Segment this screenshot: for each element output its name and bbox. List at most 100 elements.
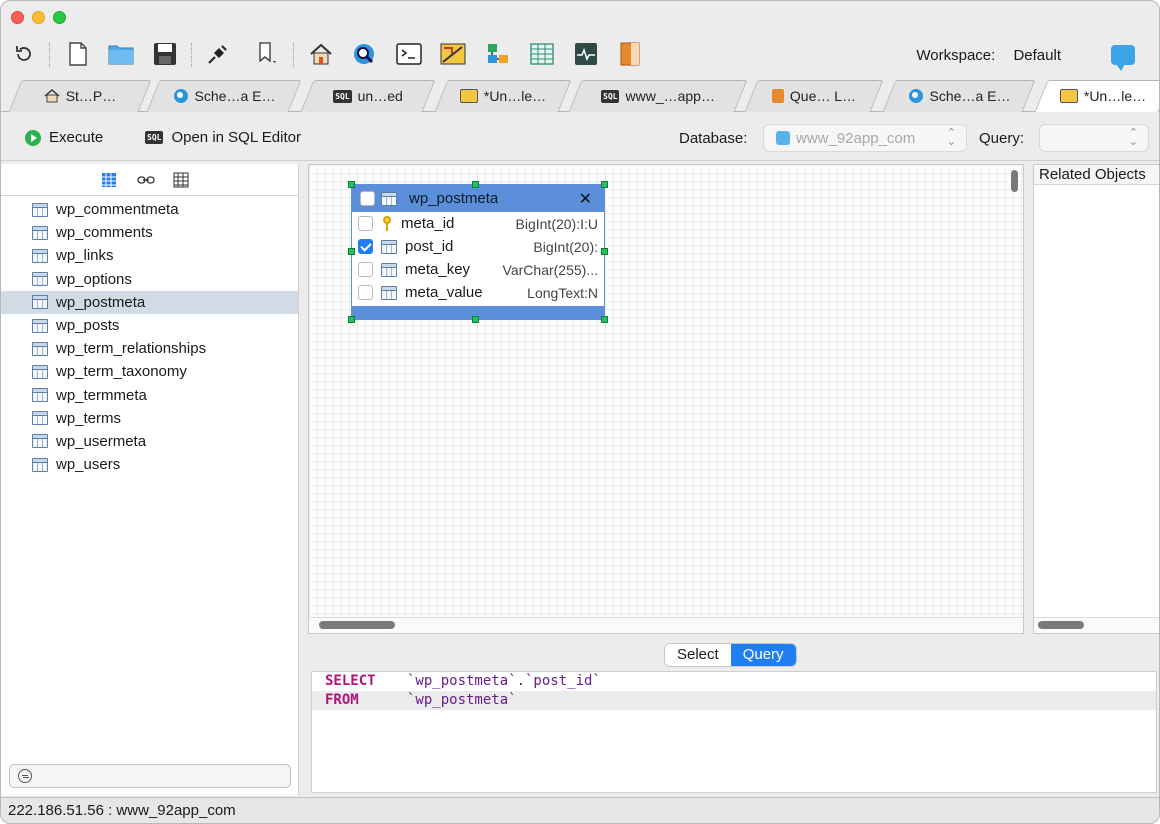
zoom-window-button[interactable] [53,11,66,24]
tab-label: St…P… [65,88,117,104]
sql-identifier: `wp_postmeta` [407,692,517,708]
tab-label: *Un…le… [1083,88,1147,104]
tab-untitled-query-1[interactable]: *Un…le… [434,80,572,112]
database-label: Database: [679,130,748,147]
sidebar-view-switcher [1,164,298,196]
table-data-icon[interactable] [529,41,555,67]
table-list-item[interactable]: wp_postmeta [1,290,298,314]
entity-wp-postmeta[interactable]: wp_postmeta ✕ meta_id BigInt(20):I:U post_… [348,181,608,323]
resize-handle[interactable] [348,248,355,255]
book-icon[interactable] [617,41,643,67]
table-list-item[interactable]: wp_users [1,453,298,476]
entity-column-row[interactable]: post_id BigInt(20): [352,235,604,258]
tables-view-icon[interactable] [101,172,117,188]
resize-handle[interactable] [472,181,479,188]
tab-schema-explorer-1[interactable]: Sche…a E… [146,80,302,112]
table-icon [32,388,48,403]
column-checkbox[interactable] [358,239,373,254]
home-icon[interactable] [308,41,334,67]
column-checkbox[interactable] [358,216,373,231]
sql-icon: SQL [601,89,620,103]
table-name: wp_usermeta [56,432,147,450]
activity-monitor-icon[interactable] [573,41,599,67]
table-list-item[interactable]: wp_terms [1,407,298,430]
resize-handle[interactable] [348,316,355,323]
resize-handle[interactable] [601,248,608,255]
close-window-button[interactable] [11,11,24,24]
connect-plug-icon[interactable] [205,41,231,67]
diagram-icon[interactable] [485,41,511,67]
chat-bubble-icon[interactable] [1111,45,1135,71]
entity-column-row[interactable]: meta_id BigInt(20):I:U [352,212,604,235]
tab-label: Que… L… [789,88,857,104]
relations-view-icon[interactable] [136,172,155,188]
sql-preview-editor[interactable]: SELECT `wp_postmeta`.`post_id` FROM `wp_po… [311,671,1157,793]
tab-query-log[interactable]: Que… L… [744,80,884,112]
tab-schema-explorer-2[interactable]: Sche…a E… [882,80,1036,112]
database-icon [776,131,790,145]
tab-start-page[interactable]: St…P… [8,80,152,112]
tab-www-92app-sql[interactable]: SQL www_…app… [568,80,748,112]
query-select[interactable]: ⌃ ⌄ [1039,124,1149,152]
table-icon [32,318,48,333]
open-in-sql-editor-button[interactable]: SQL Open in SQL Editor [145,129,301,146]
resize-handle[interactable] [601,181,608,188]
grid-view-icon[interactable] [173,172,189,188]
resize-handle[interactable] [348,181,355,188]
save-icon[interactable] [152,41,178,67]
open-folder-icon[interactable] [108,41,134,67]
tab-untitled-query-active[interactable]: *Un…le… [1034,80,1159,112]
tab-untitled-sql[interactable]: SQL un…ed [300,80,436,112]
canvas-horizontal-scrollbar[interactable] [319,621,395,629]
canvas-vertical-scrollbar[interactable] [1011,170,1018,192]
sql-keyword: SELECT [325,673,376,689]
minimize-window-button[interactable] [32,11,45,24]
workspace-label: Workspace: [916,47,996,64]
table-list-item[interactable]: wp_links [1,244,298,267]
query-design-canvas[interactable]: wp_postmeta ✕ meta_id BigInt(20):I:U post_… [308,164,1024,634]
status-bar: 222.186.51.56 : www_92app_com [1,797,1159,823]
entity-column-row[interactable]: meta_value LongText:N [352,281,604,304]
table-list-item[interactable]: wp_termmeta [1,384,298,407]
database-select[interactable]: www_92app_com ⌃ ⌄ [763,124,967,152]
table-list-item[interactable]: wp_comments [1,221,298,244]
new-file-icon[interactable] [65,41,91,67]
column-checkbox[interactable] [358,262,373,277]
table-list-sidebar: wp_commentmeta wp_comments wp_links wp_opti… [1,164,299,796]
table-name: wp_posts [56,317,120,335]
column-type: LongText:N [527,284,598,301]
resize-handle[interactable] [601,316,608,323]
table-icon [32,248,48,263]
table-list-item[interactable]: wp_commentmeta [1,198,298,221]
column-checkbox[interactable] [358,285,373,300]
refresh-icon[interactable] [11,41,37,67]
bookmark-dropdown-icon[interactable] [254,41,280,67]
sql-identifier: `wp_postmeta`.`post_id` [407,673,601,689]
table-icon [32,295,48,310]
select-mode-button[interactable]: Select [665,644,731,666]
query-builder-icon [1059,89,1078,103]
select-all-checkbox[interactable] [360,191,375,206]
table-list-item[interactable]: wp_options [1,268,298,291]
query-mode-button[interactable]: Query [730,644,796,666]
table-name: wp_commentmeta [56,201,179,219]
entity-column-row[interactable]: meta_key VarChar(255)... [352,258,604,281]
table-list-item[interactable]: wp_term_relationships [1,337,298,360]
related-horizontal-scrollbar[interactable] [1038,621,1084,629]
schema-inspector-icon[interactable] [351,41,377,67]
table-list-item[interactable]: wp_posts [1,314,298,337]
terminal-icon[interactable] [396,41,422,67]
close-entity-icon[interactable]: ✕ [579,189,592,209]
entity-header[interactable]: wp_postmeta ✕ [352,185,604,212]
sql-icon: SQL [333,89,352,103]
tab-label: un…ed [357,88,403,104]
execute-label: Execute [49,129,104,146]
table-name: wp_postmeta [56,293,146,311]
resize-handle[interactable] [472,316,479,323]
table-list-item[interactable]: wp_usermeta [1,430,298,453]
execute-button[interactable]: Execute [25,129,103,146]
table-list-item[interactable]: wp_term_taxonomy [1,360,298,383]
table-filter-field[interactable] [9,764,291,788]
workspace-indicator[interactable]: Workspace: Default [916,47,1061,64]
query-builder-icon[interactable] [440,41,466,67]
